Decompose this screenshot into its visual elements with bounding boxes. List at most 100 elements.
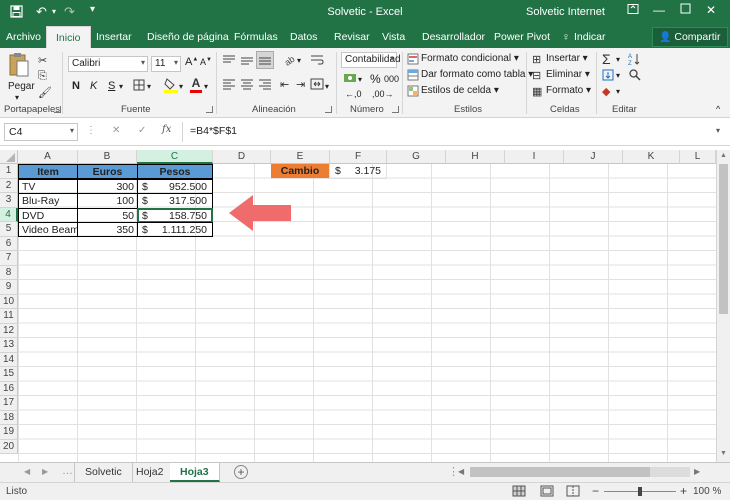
prev-sheet-icon[interactable]: ◀ <box>24 467 30 476</box>
number-format-select[interactable]: Contabilidad ▾ <box>341 52 401 68</box>
vertical-scroll-thumb[interactable] <box>719 164 728 314</box>
tab-datos[interactable]: Datos <box>290 31 317 43</box>
horizontal-scrollbar[interactable] <box>470 467 690 477</box>
align-bottom-icon[interactable] <box>256 51 274 69</box>
sheet-tab-hoja3[interactable]: Hoja3 <box>170 463 220 482</box>
conditional-format-icon[interactable] <box>407 53 419 68</box>
font-color-dropdown-icon[interactable]: ▾ <box>204 82 208 91</box>
conditional-format-button[interactable]: Formato condicional ▾ <box>421 53 519 64</box>
row-header-2[interactable]: 2 <box>0 178 18 193</box>
align-center-icon[interactable] <box>240 78 254 93</box>
cell-b3[interactable]: 100 <box>77 193 138 209</box>
clipboard-launcher-icon[interactable] <box>54 106 61 113</box>
page-layout-icon[interactable] <box>540 485 554 500</box>
table-format-button[interactable]: Dar formato como tabla ▾ <box>421 69 533 80</box>
increase-font-icon[interactable]: A▲ <box>185 56 198 68</box>
row-header-15[interactable]: 15 <box>0 367 18 382</box>
delete-cells-icon[interactable]: ⊟ <box>532 69 541 82</box>
format-cells-icon[interactable]: ▦ <box>532 85 542 98</box>
row-header-7[interactable]: 7 <box>0 251 18 266</box>
column-header-l[interactable]: L <box>680 150 716 164</box>
name-box[interactable]: C4 ▾ <box>4 123 78 141</box>
column-header-a[interactable]: A <box>18 150 78 164</box>
cell-b1[interactable]: Euros <box>77 164 138 179</box>
cell-c3[interactable]: $ 317.500 <box>137 193 213 209</box>
row-header-3[interactable]: 3 <box>0 193 18 208</box>
font-color-icon[interactable]: A <box>190 76 202 93</box>
row-header-19[interactable]: 19 <box>0 425 18 440</box>
table-format-icon[interactable] <box>407 69 419 84</box>
orientation-icon[interactable]: ab <box>282 53 297 70</box>
row-header-13[interactable]: 13 <box>0 338 18 353</box>
column-header-i[interactable]: I <box>505 150 564 164</box>
account-name[interactable]: Solvetic Internet <box>526 6 605 18</box>
font-launcher-icon[interactable] <box>206 106 213 113</box>
copy-icon[interactable]: ⎘ <box>38 70 47 83</box>
insert-function-button[interactable]: fx <box>162 124 171 135</box>
row-header-11[interactable]: 11 <box>0 309 18 324</box>
column-header-b[interactable]: B <box>78 150 137 164</box>
cell-b5[interactable]: 350 <box>77 222 138 237</box>
tab-archivo[interactable]: Archivo <box>6 31 41 43</box>
maximize-icon[interactable] <box>674 3 696 21</box>
zoom-out-button[interactable]: − <box>592 484 599 498</box>
merge-dropdown-icon[interactable]: ▾ <box>325 82 329 91</box>
cell-f1[interactable]: $ 3.175 <box>330 164 387 179</box>
percent-button[interactable]: % <box>370 72 381 86</box>
cell-c2[interactable]: $ 952.500 <box>137 178 213 194</box>
sheet-tab-hoja2[interactable]: Hoja2 <box>126 463 175 482</box>
row-header-9[interactable]: 9 <box>0 280 18 295</box>
number-launcher-icon[interactable] <box>392 106 399 113</box>
increase-decimal-icon[interactable]: ←,0 <box>345 89 362 99</box>
paste-label[interactable]: Pegar <box>8 81 35 92</box>
paste-dropdown-icon[interactable]: ▾ <box>15 93 19 102</box>
accounting-format-icon[interactable] <box>343 72 357 87</box>
close-icon[interactable]: ✕ <box>700 3 722 21</box>
zoom-level[interactable]: 100 % <box>693 486 721 497</box>
expand-formula-icon[interactable]: ▾ <box>716 126 720 135</box>
italic-button[interactable]: K <box>90 80 97 92</box>
row-header-20[interactable]: 20 <box>0 439 18 454</box>
align-left-icon[interactable] <box>222 78 236 93</box>
find-select-icon[interactable] <box>628 68 642 85</box>
share-button[interactable]: 👤 Compartir <box>652 27 728 47</box>
select-all-button[interactable] <box>0 150 18 164</box>
cell-c5[interactable]: $ 1.111.250 <box>137 222 213 237</box>
borders-icon[interactable] <box>133 79 145 94</box>
scroll-up-icon[interactable]: ▲ <box>720 152 727 159</box>
row-header-1[interactable]: 1 <box>0 164 18 179</box>
fill-color-icon[interactable] <box>164 77 178 96</box>
align-middle-icon[interactable] <box>240 54 254 69</box>
insert-cells-icon[interactable]: ⊞ <box>532 53 541 66</box>
row-header-16[interactable]: 16 <box>0 381 18 396</box>
cell-styles-icon[interactable] <box>407 85 419 100</box>
vertical-scrollbar[interactable]: ▲ ▼ <box>716 150 730 462</box>
tell-me-icon[interactable]: ♀ <box>562 31 570 43</box>
decrease-font-icon[interactable]: A▼ <box>200 57 212 67</box>
column-header-f[interactable]: F <box>330 150 387 164</box>
column-header-k[interactable]: K <box>623 150 680 164</box>
thousands-button[interactable]: 000 <box>384 74 399 84</box>
row-header-8[interactable]: 8 <box>0 265 18 280</box>
row-header-18[interactable]: 18 <box>0 410 18 425</box>
enter-formula-button[interactable]: ✓ <box>138 125 146 136</box>
row-header-10[interactable]: 10 <box>0 294 18 309</box>
row-header-4[interactable]: 4 <box>0 207 18 222</box>
tab-power-pivot[interactable]: Power Pivot <box>494 31 550 43</box>
formula-input[interactable]: =B4*$F$1 <box>190 125 237 137</box>
merge-center-icon[interactable] <box>310 78 324 93</box>
fill-color-dropdown-icon[interactable]: ▾ <box>179 82 183 91</box>
row-header-17[interactable]: 17 <box>0 396 18 411</box>
cell-e1[interactable]: Cambio <box>271 164 330 179</box>
scroll-down-icon[interactable]: ▼ <box>720 450 727 457</box>
row-header-12[interactable]: 12 <box>0 323 18 338</box>
next-sheet-icon[interactable]: ▶ <box>42 467 48 476</box>
tab-desarrollador[interactable]: Desarrollador <box>422 31 485 43</box>
orientation-dropdown-icon[interactable]: ▾ <box>297 56 301 65</box>
cell-a1[interactable]: Item <box>18 164 78 179</box>
indent-increase-icon[interactable]: ⇥ <box>296 78 305 91</box>
collapse-ribbon-icon[interactable]: ^ <box>716 104 720 114</box>
format-cells-button[interactable]: Formato ▾ <box>546 85 591 96</box>
cell-c4-selected[interactable]: $ 158.750 <box>137 207 213 223</box>
underline-button[interactable]: S <box>108 80 115 92</box>
